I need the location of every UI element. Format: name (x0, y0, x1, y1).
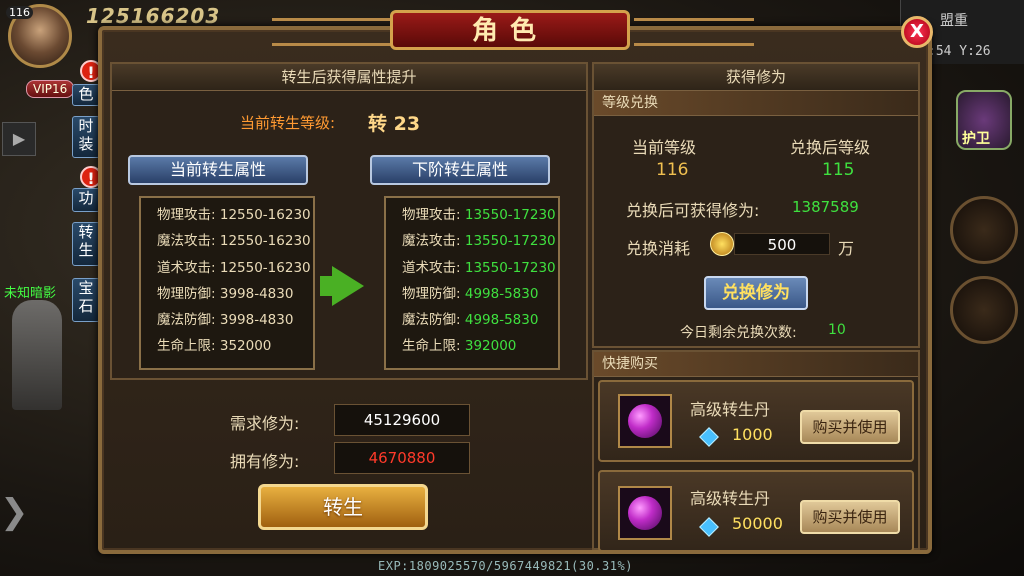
stat-row: 道术攻击: 12550-16230 (157, 259, 311, 276)
item-price: 1000 (732, 425, 773, 444)
level-exchange-label: 等级兑换 (594, 91, 918, 116)
gain-after-label: 兑换后可获得修为: (626, 201, 760, 220)
coordinates: :54 Y:26 (928, 44, 991, 59)
buy-and-use-button[interactable]: 购买并使用 (800, 410, 900, 444)
exp-readout: EXP:1809025570/5967449821(30.31%) (378, 559, 633, 573)
stat-row: 道术攻击: 13550-17230 (402, 259, 556, 276)
current-attr-title: 当前转生属性 (128, 155, 308, 185)
npc-name: 未知暗影 (4, 286, 57, 301)
rebirth-header: 转生后获得属性提升 (112, 64, 586, 91)
cost-label: 兑换消耗 (626, 239, 691, 258)
stat-row: 魔法防御: 3998-4830 (157, 312, 294, 329)
skill-slot[interactable] (950, 276, 1018, 344)
owned-cultivation-value: 4670880 (334, 442, 470, 474)
today-remaining-value: 10 (828, 322, 846, 338)
stat-row: 物理攻击: 13550-17230 (402, 207, 556, 223)
side-tab-gem[interactable]: 宝石 (72, 278, 100, 322)
power-value: 125166203 (86, 4, 221, 28)
stat-row: 魔法攻击: 13550-17230 (402, 233, 556, 250)
close-button[interactable]: X (901, 16, 933, 48)
current-rebirth-level-value: 转 23 (368, 113, 421, 135)
skill-slot[interactable] (950, 196, 1018, 264)
owned-cultivation-label: 拥有修为: (230, 452, 300, 471)
after-level-value: 115 (822, 160, 855, 180)
side-tab-character[interactable]: 色 (72, 84, 100, 106)
chevron-right-icon[interactable]: ❯ (0, 492, 29, 532)
required-cultivation-label: 需求修为: (230, 414, 300, 433)
cost-value: 500 (734, 233, 830, 255)
quick-buy-label: 快捷购买 (594, 352, 918, 377)
item-name: 高级转生丹 (690, 400, 771, 419)
panel-title: 角色 (390, 10, 630, 50)
side-tab-skill[interactable]: 功 (72, 188, 100, 212)
item-price: 50000 (732, 514, 783, 533)
stat-row: 物理防御: 4998-5830 (402, 285, 539, 302)
current-level-label: 当前等级 (632, 138, 697, 157)
current-stats-box: 物理攻击: 12550-16230 魔法攻击: 12550-16230 道术攻击… (139, 196, 315, 370)
character-figure (12, 300, 62, 410)
next-stats-box: 物理攻击: 13550-17230 魔法攻击: 13550-17230 道术攻击… (384, 196, 560, 370)
stat-row: 物理攻击: 12550-16230 (157, 207, 311, 223)
stat-row: 生命上限: 352000 (157, 338, 272, 355)
side-tab-rebirth[interactable]: 转生 (72, 222, 100, 266)
next-attr-title: 下阶转生属性 (370, 155, 550, 185)
stat-row: 魔法攻击: 12550-16230 (157, 233, 311, 250)
title-ornament (634, 18, 754, 46)
current-rebirth-level-label: 当前转生等级: (240, 114, 336, 132)
item-name: 高级转生丹 (690, 489, 771, 508)
player-level-badge: 116 (6, 6, 33, 19)
exchange-button[interactable]: 兑换修为 (704, 276, 808, 310)
rebirth-pill-icon[interactable] (618, 486, 672, 540)
rebirth-pill-icon[interactable] (618, 394, 672, 448)
rebirth-button[interactable]: 转生 (258, 484, 428, 530)
vip-badge[interactable]: VIP16 (26, 80, 75, 98)
buy-and-use-button[interactable]: 购买并使用 (800, 500, 900, 534)
cost-unit: 万 (838, 239, 855, 258)
union-label: 盟重 (940, 13, 968, 29)
play-icon[interactable]: ▶ (2, 122, 36, 156)
stat-row: 物理防御: 3998-4830 (157, 285, 294, 302)
title-ornament (272, 18, 392, 46)
side-tab-fashion[interactable]: 时装 (72, 116, 100, 158)
guard-label: 护卫 (962, 131, 990, 147)
current-level-value: 116 (656, 160, 689, 180)
required-cultivation-value: 45129600 (334, 404, 470, 436)
gold-coin-icon (710, 232, 734, 256)
after-level-label: 兑换后等级 (790, 138, 871, 157)
stat-row: 魔法防御: 4998-5830 (402, 312, 539, 329)
gain-header: 获得修为 (594, 64, 918, 91)
arrow-right-icon (332, 266, 364, 306)
gain-after-value: 1387589 (792, 198, 859, 216)
stat-row: 生命上限: 392000 (402, 338, 517, 355)
today-remaining-label: 今日剩余兑换次数: (680, 325, 797, 341)
